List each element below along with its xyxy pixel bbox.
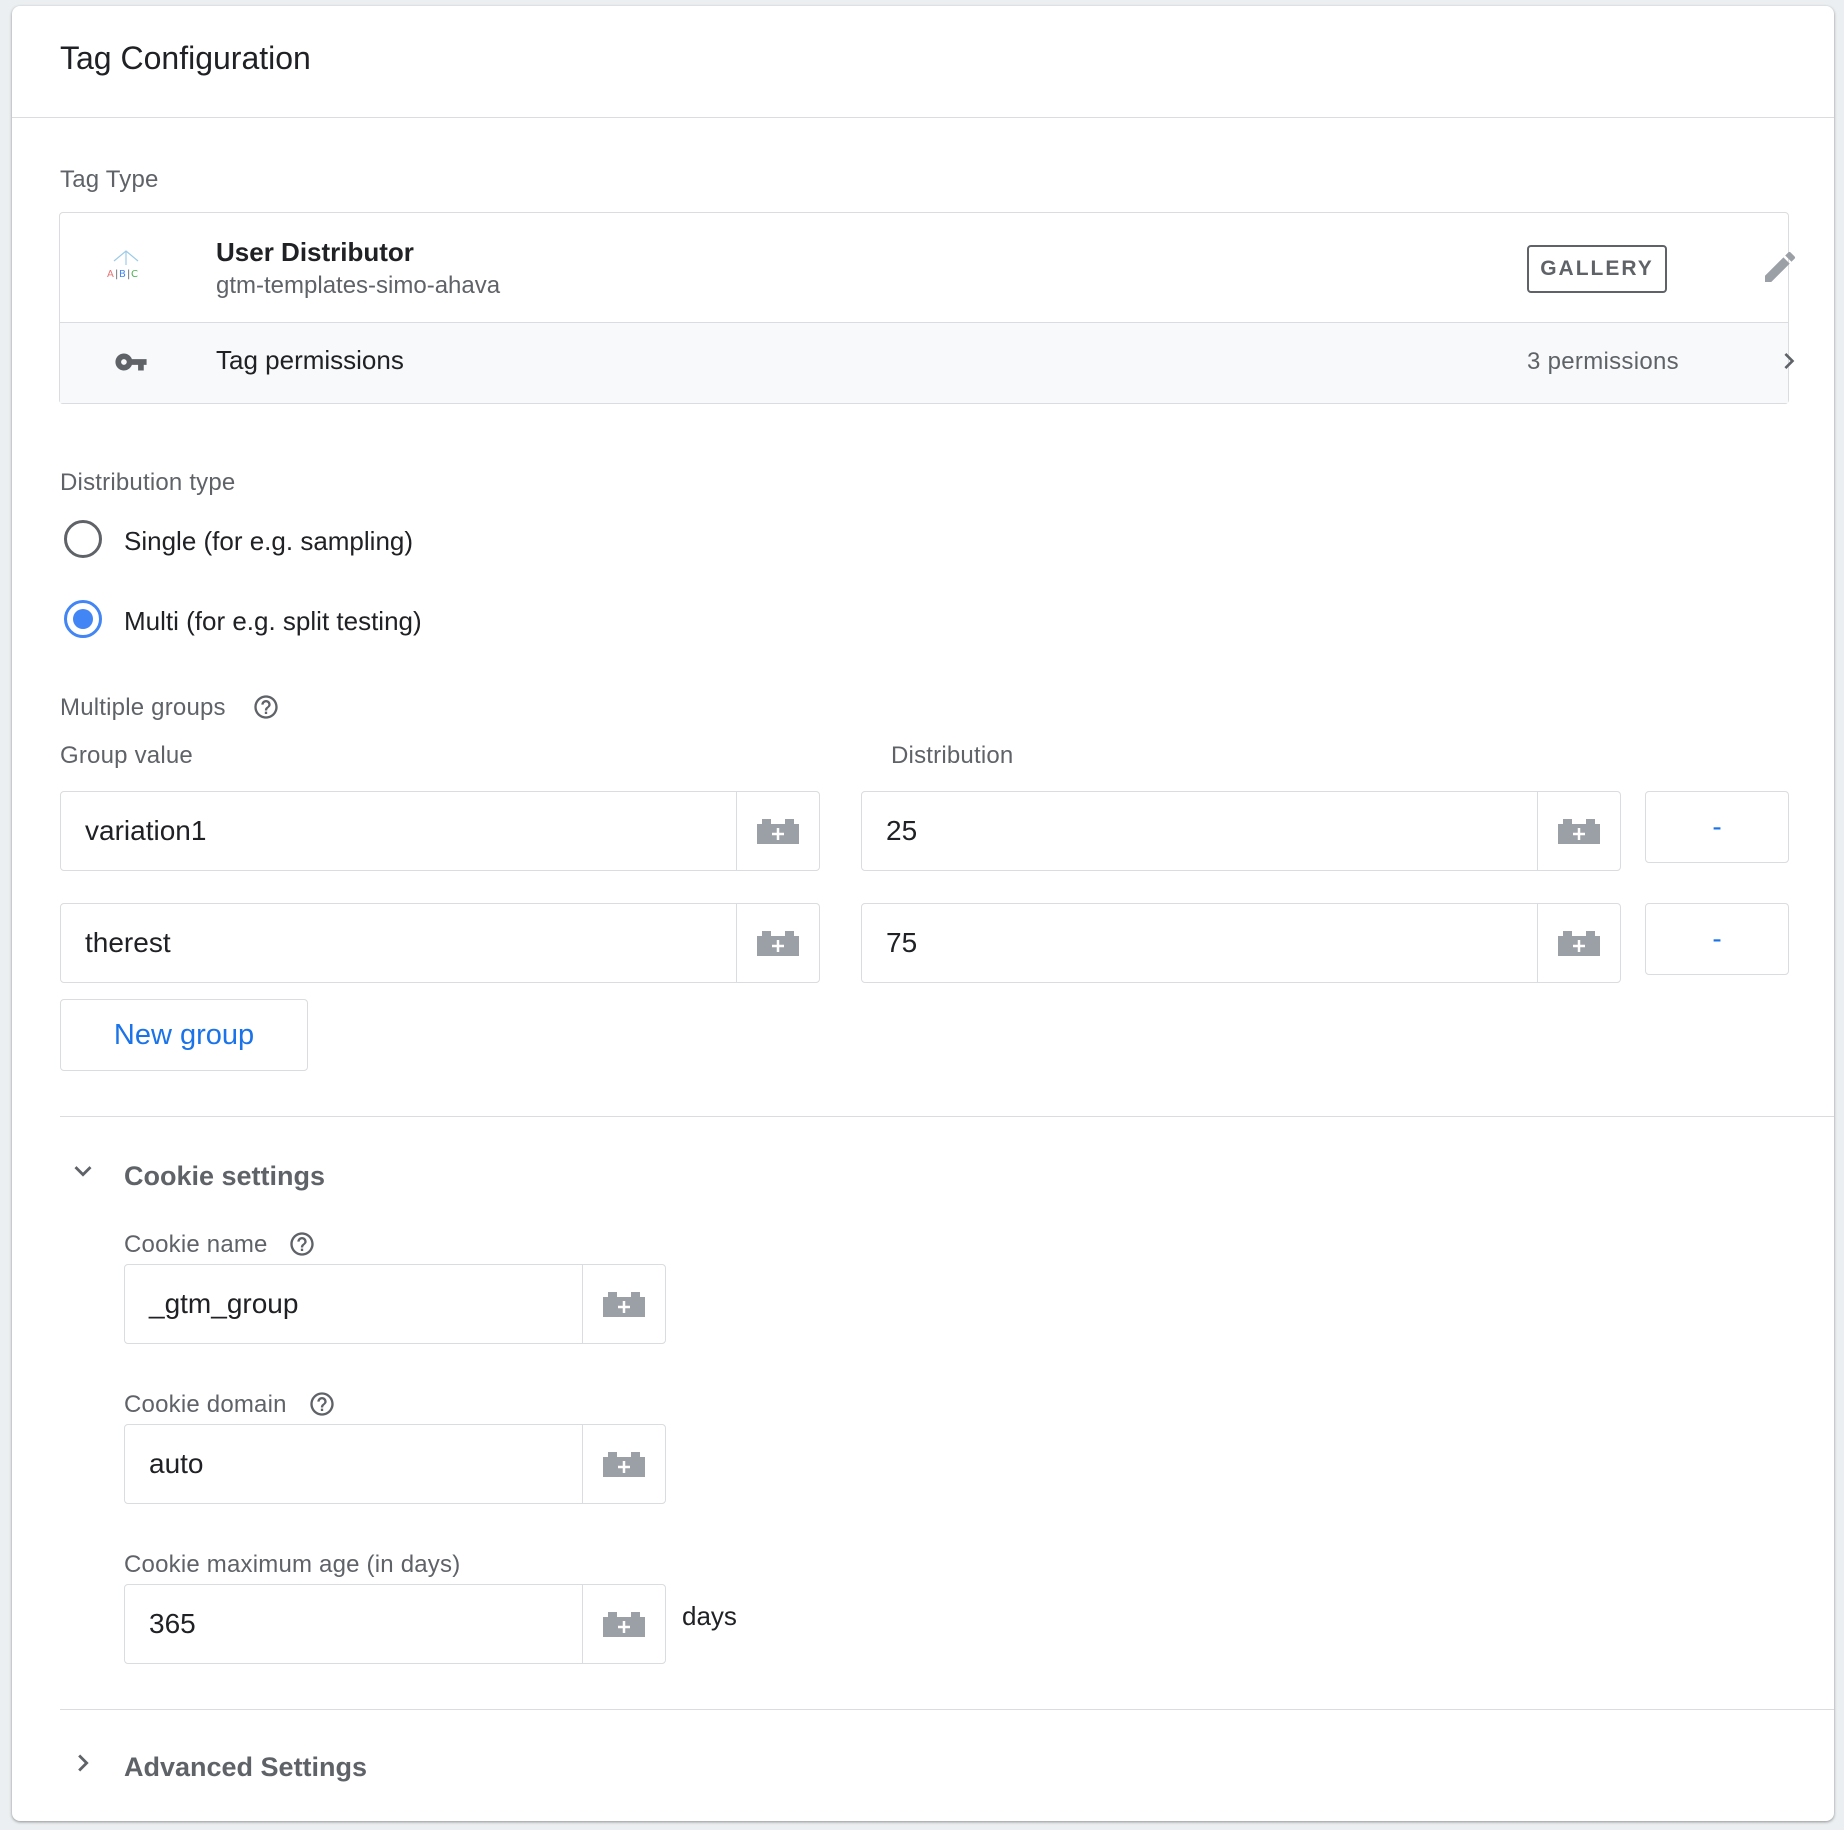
max-age-unit: days <box>682 1601 737 1631</box>
svg-text:A: A <box>107 269 114 280</box>
variable-brick-icon <box>603 1292 645 1317</box>
variable-brick-icon <box>757 931 799 956</box>
variable-picker-button[interactable] <box>582 1425 665 1503</box>
variable-picker-button[interactable] <box>736 792 819 870</box>
group-value-text[interactable]: variation1 <box>85 792 206 870</box>
advanced-settings-header[interactable]: Advanced Settings <box>124 1752 367 1783</box>
distribution-column-header: Distribution <box>891 742 1014 769</box>
svg-text:|: | <box>115 269 118 280</box>
variable-brick-icon <box>1558 819 1600 844</box>
section-divider <box>60 1116 1834 1117</box>
cookie-settings-header[interactable]: Cookie settings <box>124 1161 325 1192</box>
variable-brick-icon <box>603 1452 645 1477</box>
tag-type-label: Tag Type <box>60 166 159 193</box>
cookie-domain-text[interactable]: auto <box>149 1425 204 1503</box>
variable-brick-icon <box>757 819 799 844</box>
help-icon[interactable] <box>288 1230 316 1258</box>
svg-text:C: C <box>131 269 138 280</box>
tag-type-box: A | B | C User Distributor gtm-templates… <box>59 212 1796 404</box>
remove-group-button[interactable]: - <box>1645 791 1789 863</box>
distribution-text[interactable]: 25 <box>886 792 917 870</box>
svg-text:B: B <box>119 269 126 280</box>
tag-permissions-label: Tag permissions <box>216 345 404 375</box>
gallery-badge-button[interactable]: GALLERY <box>1527 245 1667 293</box>
radio-multi-label[interactable]: Multi (for e.g. split testing) <box>124 606 422 637</box>
cookie-domain-label: Cookie domain <box>124 1391 287 1418</box>
cookie-name-text[interactable]: _gtm_group <box>149 1265 298 1343</box>
chevron-right-icon <box>1784 353 1795 369</box>
group-value-column-header: Group value <box>60 742 193 769</box>
group-value-input[interactable]: variation1 <box>60 791 820 871</box>
chevron-down-icon[interactable] <box>66 1154 100 1188</box>
cookie-name-input[interactable]: _gtm_group <box>124 1264 666 1344</box>
cookie-domain-input[interactable]: auto <box>124 1424 666 1504</box>
variable-picker-button[interactable] <box>736 904 819 982</box>
cookie-max-age-text[interactable]: 365 <box>149 1585 196 1663</box>
abc-logo-icon: A | B | C <box>107 250 139 280</box>
edit-pencil-icon[interactable] <box>1760 247 1800 287</box>
group-value-input[interactable]: therest <box>60 903 820 983</box>
section-divider <box>60 1709 1834 1710</box>
variable-picker-button[interactable] <box>582 1265 665 1343</box>
header-divider <box>12 117 1834 118</box>
cookie-max-age-input[interactable]: 365 <box>124 1584 666 1664</box>
cookie-max-age-label: Cookie maximum age (in days) <box>124 1551 461 1578</box>
key-icon <box>115 353 147 371</box>
distribution-input[interactable]: 25 <box>861 791 1621 871</box>
distribution-type-label: Distribution type <box>60 469 236 496</box>
variable-picker-button[interactable] <box>1537 792 1620 870</box>
radio-multi-dot <box>73 609 93 629</box>
cookie-name-label: Cookie name <box>124 1231 268 1258</box>
radio-single-label[interactable]: Single (for e.g. sampling) <box>124 526 413 557</box>
remove-group-button[interactable]: - <box>1645 903 1789 975</box>
variable-brick-icon <box>603 1612 645 1637</box>
new-group-button[interactable]: New group <box>60 999 308 1071</box>
card-title: Tag Configuration <box>60 40 311 76</box>
tag-type-publisher: gtm-templates-simo-ahava <box>216 272 501 299</box>
variable-picker-button[interactable] <box>1537 904 1620 982</box>
svg-text:|: | <box>127 269 130 280</box>
help-icon[interactable] <box>252 693 280 721</box>
distribution-input[interactable]: 75 <box>861 903 1621 983</box>
distribution-text[interactable]: 75 <box>886 904 917 982</box>
tag-type-name: User Distributor <box>216 237 414 267</box>
variable-brick-icon <box>1558 931 1600 956</box>
multiple-groups-label: Multiple groups <box>60 694 226 721</box>
radio-multi[interactable] <box>64 600 102 638</box>
permissions-count: 3 permissions <box>1527 348 1679 375</box>
help-icon[interactable] <box>308 1390 336 1418</box>
tag-type-row[interactable]: A | B | C User Distributor gtm-templates… <box>60 213 1796 322</box>
chevron-right-icon[interactable] <box>66 1746 100 1780</box>
radio-single[interactable] <box>64 520 102 558</box>
variable-picker-button[interactable] <box>582 1585 665 1663</box>
group-value-text[interactable]: therest <box>85 904 171 982</box>
tag-permissions-row[interactable]: Tag permissions 3 permissions <box>60 322 1795 403</box>
tag-configuration-card: Tag Configuration Tag Type A | B | C Use… <box>12 6 1834 1821</box>
